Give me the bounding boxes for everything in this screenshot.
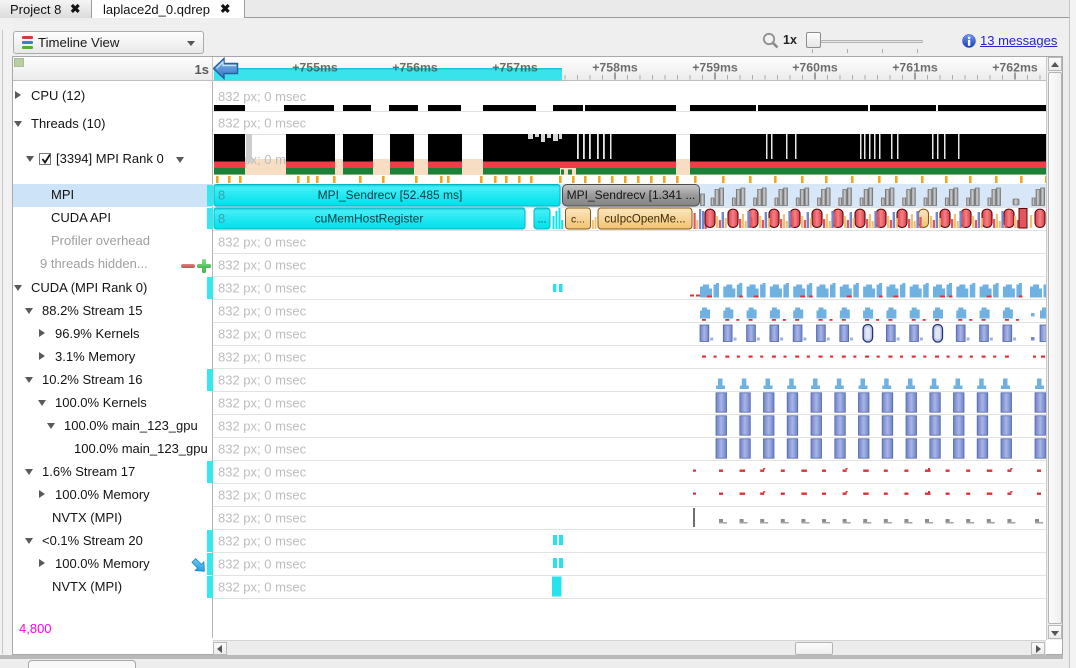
svg-text:832 px; 0 msec: 832 px; 0 msec: [218, 258, 307, 273]
svg-text:832 px; 0 msec: 832 px; 0 msec: [218, 116, 307, 131]
svg-text:832 px; 0 msec: 832 px; 0 msec: [218, 534, 307, 549]
svg-text:832 px; 0 msec: 832 px; 0 msec: [218, 281, 307, 296]
svg-text:cuIpcOpenMe...: cuIpcOpenMe...: [604, 214, 685, 226]
svg-text:832 px; 0 msec: 832 px; 0 msec: [218, 511, 307, 526]
svg-text:832 px; 0 msec: 832 px; 0 msec: [218, 396, 307, 411]
svg-text:+758ms: +758ms: [592, 61, 638, 75]
svg-text:+762ms: +762ms: [992, 61, 1038, 75]
svg-text:832 px; 0 msec: 832 px; 0 msec: [218, 488, 307, 503]
svg-text:+756ms: +756ms: [392, 61, 438, 75]
svg-text:+757ms: +757ms: [492, 61, 538, 75]
svg-text:832 px; 0 msec: 832 px; 0 msec: [218, 327, 307, 342]
svg-text:832 px; 0 msec: 832 px; 0 msec: [218, 580, 307, 595]
svg-text:...: ...: [538, 214, 547, 226]
svg-text:832 px; 0 msec: 832 px; 0 msec: [218, 89, 307, 104]
svg-text:832 px; 0 msec: 832 px; 0 msec: [218, 465, 307, 480]
svg-text:8: 8: [218, 188, 225, 203]
svg-text:8: 8: [218, 211, 225, 226]
svg-text:832 px; 0 msec: 832 px; 0 msec: [218, 235, 307, 250]
svg-text:+755ms: +755ms: [292, 61, 338, 75]
svg-text:+759ms: +759ms: [692, 61, 738, 75]
svg-text:+761ms: +761ms: [892, 61, 938, 75]
svg-text:832 px; 0 msec: 832 px; 0 msec: [218, 350, 307, 365]
svg-text:832 px; 0 msec: 832 px; 0 msec: [218, 419, 307, 434]
svg-text:832 px; 0 msec: 832 px; 0 msec: [218, 557, 307, 572]
svg-text:832 px; 0 msec: 832 px; 0 msec: [218, 304, 307, 319]
svg-text:+760ms: +760ms: [792, 61, 838, 75]
svg-text:c...: c...: [571, 214, 585, 226]
svg-text:832 px; 0 msec: 832 px; 0 msec: [218, 442, 307, 457]
svg-text:cuMemHostRegister: cuMemHostRegister: [315, 212, 424, 226]
svg-text:832 px; 0 msec: 832 px; 0 msec: [218, 373, 307, 388]
svg-text:MPI_Sendrecv [1.341 ...: MPI_Sendrecv [1.341 ...: [567, 188, 696, 202]
svg-text:MPI_Sendrecv [52.485 ms]: MPI_Sendrecv [52.485 ms]: [318, 188, 463, 202]
